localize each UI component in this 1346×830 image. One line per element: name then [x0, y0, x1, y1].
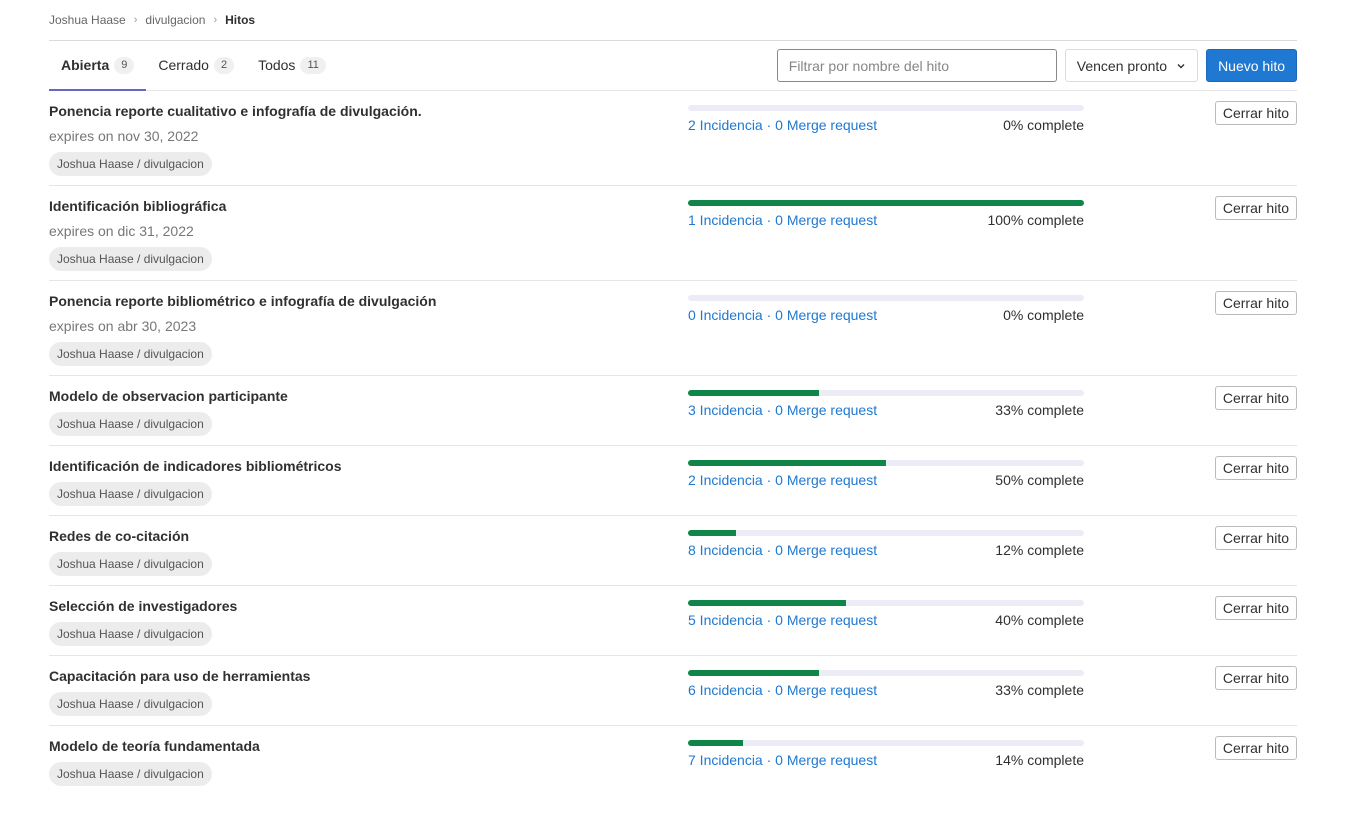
breadcrumb-separator-icon: ›	[133, 14, 138, 26]
milestone-title[interactable]: Ponencia reporte bibliométrico e infogra…	[49, 293, 436, 309]
progress-bar	[688, 530, 1084, 536]
progress-bar	[688, 105, 1084, 111]
breadcrumb-current[interactable]: Hitos	[225, 13, 255, 27]
milestone-row: Modelo de observacion participante Joshua…	[49, 376, 1297, 446]
milestone-complete-text: 14% complete	[995, 752, 1084, 768]
milestone-title[interactable]: Modelo de observacion participante	[49, 388, 288, 404]
close-milestone-button[interactable]: Cerrar hito	[1214, 101, 1297, 125]
progress-fill	[688, 600, 847, 606]
progress-fill	[688, 530, 736, 536]
project-badge[interactable]: Joshua Haase / divulgacion	[49, 152, 212, 176]
project-badge[interactable]: Joshua Haase / divulgacion	[49, 247, 212, 271]
milestone-title[interactable]: Identificación de indicadores bibliométr…	[49, 458, 342, 474]
chevron-down-icon	[1176, 61, 1186, 71]
breadcrumb: Joshua Haase › divulgacion › Hitos	[49, 0, 1297, 41]
close-milestone-button[interactable]: Cerrar hito	[1214, 666, 1297, 690]
project-badge[interactable]: Joshua Haase / divulgacion	[49, 342, 212, 366]
progress-fill	[688, 670, 819, 676]
progress-bar	[688, 670, 1084, 676]
project-badge[interactable]: Joshua Haase / divulgacion	[49, 412, 212, 436]
progress-fill	[688, 460, 886, 466]
milestone-complete-text: 100% complete	[987, 212, 1084, 228]
tab-closed[interactable]: Cerrado 2	[146, 41, 246, 91]
project-badge[interactable]: Joshua Haase / divulgacion	[49, 552, 212, 576]
state-tabs: Abierta 9 Cerrado 2 Todos 11	[49, 41, 338, 91]
milestone-title[interactable]: Ponencia reporte cualitativo e infografí…	[49, 103, 422, 119]
milestone-title[interactable]: Selección de investigadores	[49, 598, 237, 614]
milestone-row: Ponencia reporte cualitativo e infografí…	[49, 91, 1297, 186]
count-badge: 2	[213, 56, 235, 74]
tab-label: Abierta	[61, 57, 110, 73]
milestone-expires: expires on nov 30, 2022	[49, 128, 199, 144]
milestone-complete-text: 12% complete	[995, 542, 1084, 558]
progress-bar	[688, 740, 1084, 746]
progress-fill	[688, 390, 819, 396]
page: Joshua Haase › divulgacion › Hitos Abier…	[49, 0, 1297, 796]
milestones-nav: Abierta 9 Cerrado 2 Todos 11 Vencen pron…	[49, 41, 1297, 91]
milestone-row: Identificación de indicadores bibliométr…	[49, 446, 1297, 516]
progress-bar	[688, 295, 1084, 301]
milestone-complete-text: 0% complete	[1003, 307, 1084, 323]
milestone-expires: expires on dic 31, 2022	[49, 223, 194, 239]
breadcrumb-user[interactable]: Joshua Haase	[49, 13, 126, 27]
close-milestone-button[interactable]: Cerrar hito	[1214, 386, 1297, 410]
project-badge[interactable]: Joshua Haase / divulgacion	[49, 762, 212, 786]
milestone-complete-text: 33% complete	[995, 682, 1084, 698]
breadcrumb-project[interactable]: divulgacion	[145, 13, 205, 27]
milestone-row: Redes de co-citación Joshua Haase / divul…	[49, 516, 1297, 586]
breadcrumb-separator-icon: ›	[213, 14, 218, 26]
milestone-row: Ponencia reporte bibliométrico e infogra…	[49, 281, 1297, 376]
count-badge: 11	[300, 56, 326, 74]
milestone-complete-text: 33% complete	[995, 402, 1084, 418]
milestone-title[interactable]: Redes de co-citación	[49, 528, 189, 544]
new-milestone-button[interactable]: Nuevo hito	[1206, 49, 1297, 82]
milestone-complete-text: 40% complete	[995, 612, 1084, 628]
tab-label: Todos	[258, 57, 296, 73]
progress-fill	[688, 200, 1084, 206]
project-badge[interactable]: Joshua Haase / divulgacion	[49, 622, 212, 646]
project-badge[interactable]: Joshua Haase / divulgacion	[49, 692, 212, 716]
sort-dropdown[interactable]: Vencen pronto	[1064, 49, 1199, 82]
milestone-title[interactable]: Identificación bibliográfica	[49, 198, 226, 214]
filter-input[interactable]	[776, 49, 1057, 82]
tab-all[interactable]: Todos 11	[246, 41, 338, 91]
milestone-row: Modelo de teoría fundamentada Joshua Haas…	[49, 726, 1297, 796]
close-milestone-button[interactable]: Cerrar hito	[1214, 736, 1297, 760]
milestone-row: Identificación bibliográfica expires on d…	[49, 186, 1297, 281]
close-milestone-button[interactable]: Cerrar hito	[1214, 526, 1297, 550]
close-milestone-button[interactable]: Cerrar hito	[1214, 456, 1297, 480]
milestone-complete-text: 0% complete	[1003, 117, 1084, 133]
sort-label: Vencen pronto	[1076, 57, 1168, 74]
milestone-title[interactable]: Modelo de teoría fundamentada	[49, 738, 260, 754]
progress-bar	[688, 200, 1084, 206]
milestone-row: Selección de investigadores Joshua Haase …	[49, 586, 1297, 656]
milestone-row: Capacitación para uso de herramientas Jos…	[49, 656, 1297, 726]
milestone-list: Ponencia reporte cualitativo e infografí…	[49, 91, 1297, 796]
progress-bar	[688, 460, 1084, 466]
progress-fill	[688, 740, 744, 746]
tab-label: Cerrado	[158, 57, 209, 73]
milestone-expires: expires on abr 30, 2023	[49, 318, 197, 334]
close-milestone-button[interactable]: Cerrar hito	[1214, 291, 1297, 315]
nav-controls: Vencen pronto Nuevo hito	[776, 49, 1297, 82]
close-milestone-button[interactable]: Cerrar hito	[1214, 196, 1297, 220]
close-milestone-button[interactable]: Cerrar hito	[1214, 596, 1297, 620]
tab-open[interactable]: Abierta 9	[49, 41, 147, 91]
milestone-complete-text: 50% complete	[995, 472, 1084, 488]
milestone-title[interactable]: Capacitación para uso de herramientas	[49, 668, 310, 684]
project-badge[interactable]: Joshua Haase / divulgacion	[49, 482, 212, 506]
progress-bar	[688, 600, 1084, 606]
progress-bar	[688, 390, 1084, 396]
count-badge: 9	[114, 56, 135, 74]
